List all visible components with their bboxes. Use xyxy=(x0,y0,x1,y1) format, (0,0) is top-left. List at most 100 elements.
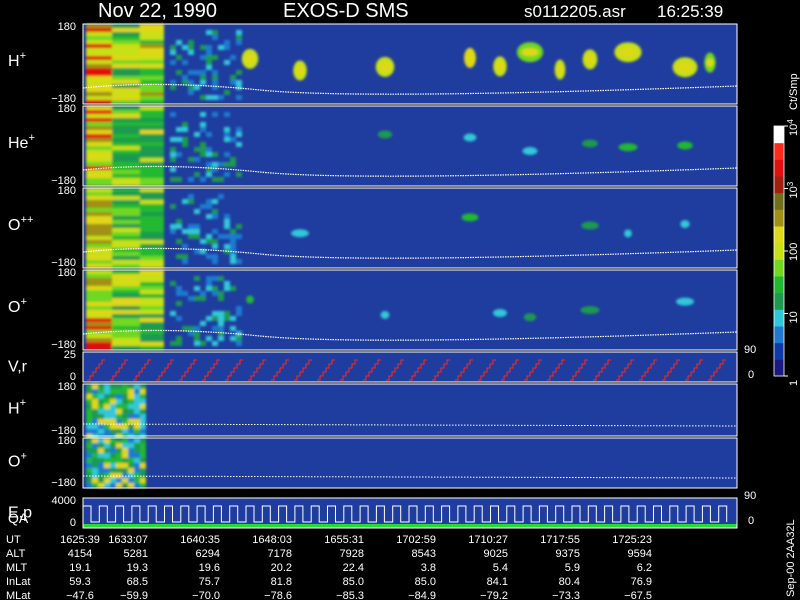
count-burst xyxy=(493,308,507,317)
count-cell xyxy=(122,483,128,488)
count-cell xyxy=(236,172,242,177)
count-cell xyxy=(218,296,224,301)
panel-bg-vr xyxy=(83,352,737,382)
count-cell xyxy=(212,244,218,249)
count-cell xyxy=(112,110,144,114)
count-cell xyxy=(112,64,144,68)
count-cell xyxy=(116,448,122,453)
count-cell xyxy=(230,316,236,321)
count-cell xyxy=(98,429,104,434)
count-cell xyxy=(176,316,182,321)
ephemeris-cell: −85.3 xyxy=(336,590,364,600)
count-cell xyxy=(134,458,140,463)
count-cell xyxy=(122,429,128,434)
count-cell xyxy=(128,394,134,399)
count-cell xyxy=(182,291,188,296)
count-cell xyxy=(112,36,144,40)
count-cell xyxy=(170,50,176,55)
ephemeris-cell: 1725:23 xyxy=(612,534,652,546)
count-cell xyxy=(112,56,144,60)
count-cell xyxy=(140,236,164,240)
ymax-label-h_plus: 180 xyxy=(58,21,76,33)
count-cell xyxy=(206,132,212,137)
count-cell xyxy=(140,384,146,389)
count-cell xyxy=(86,192,114,196)
count-cell xyxy=(224,152,230,157)
count-cell xyxy=(224,281,230,286)
count-cell xyxy=(86,212,114,216)
count-cell xyxy=(112,162,144,166)
count-cell xyxy=(104,458,110,463)
count-cell xyxy=(128,429,134,434)
count-cell xyxy=(140,188,164,192)
count-cell xyxy=(112,118,144,122)
count-cell xyxy=(86,220,114,224)
count-cell xyxy=(170,60,176,65)
panel-he_plus xyxy=(82,105,738,187)
count-cell xyxy=(140,220,164,224)
ymax-label-ep: 4000 xyxy=(52,495,76,507)
count-cell xyxy=(112,52,144,56)
count-cell xyxy=(140,24,164,28)
ephemeris-cell: 80.4 xyxy=(559,576,580,588)
spectrogram-o_plus_2 xyxy=(86,438,146,488)
panel-o_plus_2 xyxy=(82,437,738,489)
count-cell xyxy=(104,394,110,399)
count-cell xyxy=(92,394,98,399)
count-cell xyxy=(230,157,236,162)
count-cell xyxy=(98,409,104,414)
count-cell xyxy=(200,152,206,157)
count-cell xyxy=(140,453,146,458)
ymax-label-h_plus_2: 180 xyxy=(58,381,76,393)
count-cell xyxy=(112,294,144,298)
count-cell xyxy=(86,290,114,294)
count-cell xyxy=(218,194,224,199)
count-cell xyxy=(92,429,98,434)
count-cell xyxy=(110,384,116,389)
count-cell xyxy=(98,384,104,389)
count-cell xyxy=(170,281,176,286)
count-cell xyxy=(206,254,212,259)
count-cell xyxy=(86,88,114,92)
count-cell xyxy=(176,40,182,45)
count-cell xyxy=(200,55,206,60)
ephemeris-cell: 9375 xyxy=(556,548,580,560)
ymax-label-o_pp: 180 xyxy=(58,185,76,197)
count-cell xyxy=(140,256,164,260)
count-cell xyxy=(134,453,140,458)
ephemeris-row-name: InLat xyxy=(6,576,30,588)
count-cell xyxy=(110,394,116,399)
count-cell xyxy=(170,311,176,316)
count-cell xyxy=(112,212,144,216)
count-cell xyxy=(140,88,164,92)
count-cell xyxy=(110,409,116,414)
panel-label-o_plus_2: O+ xyxy=(8,450,27,470)
count-cell xyxy=(112,224,144,228)
count-cell xyxy=(140,216,164,220)
count-cell xyxy=(86,178,114,182)
count-cell xyxy=(224,127,230,132)
count-cell xyxy=(140,473,146,478)
count-cell xyxy=(170,147,176,152)
count-cell xyxy=(110,429,116,434)
count-cell xyxy=(200,321,206,326)
count-cell xyxy=(112,92,144,96)
count-cell xyxy=(140,110,164,114)
count-cell xyxy=(116,458,122,463)
count-cell xyxy=(86,228,114,232)
count-cell xyxy=(236,80,242,85)
count-cell xyxy=(140,196,164,200)
count-cell xyxy=(92,424,98,429)
count-cell xyxy=(112,48,144,52)
count-cell xyxy=(112,256,144,260)
count-cell xyxy=(230,259,236,264)
count-cell xyxy=(224,60,230,65)
count-cell xyxy=(194,224,200,229)
count-cell xyxy=(224,234,230,239)
count-cell xyxy=(112,142,144,146)
count-cell xyxy=(236,132,242,137)
count-cell xyxy=(122,448,128,453)
count-cell xyxy=(98,394,104,399)
count-cell xyxy=(128,389,134,394)
count-cell xyxy=(112,182,144,186)
